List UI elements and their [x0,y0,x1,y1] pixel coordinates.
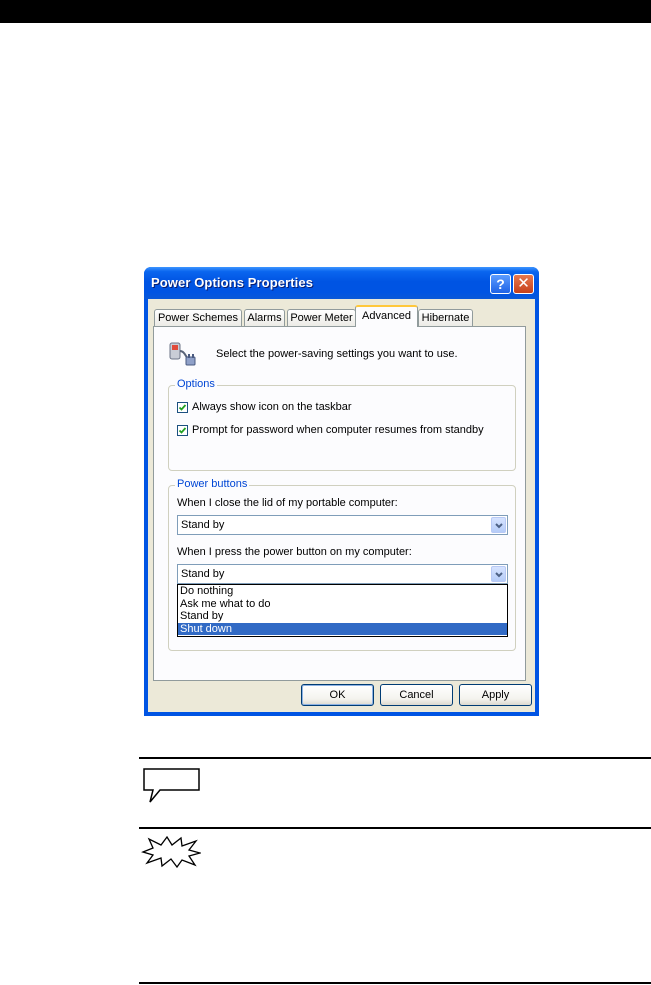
power-button-action-select[interactable]: Stand by [177,564,508,584]
dialog-client-area: Power Schemes Alarms Power Meter Advance… [148,299,535,712]
tab-label: Power Meter [290,312,353,324]
password-prompt-checkbox[interactable] [177,424,188,436]
dropdown-option-shut-down[interactable]: Shut down [178,622,507,635]
advanced-tab-panel: Select the power-saving settings you wan… [153,326,526,681]
checkbox-label: Prompt for password when computer resume… [192,424,484,436]
note-top-rule [139,757,651,759]
lid-action-select[interactable]: Stand by [177,515,508,535]
tab-label: Alarms [247,312,282,324]
lid-action-label: When I close the lid of my portable comp… [177,497,398,509]
dialog-title: Power Options Properties [151,275,314,290]
help-button[interactable]: ? [490,274,511,294]
power-select-arrow[interactable] [491,566,506,582]
tab-alarms[interactable]: Alarms [244,309,285,326]
tab-hibernate[interactable]: Hibernate [418,309,473,326]
tab-power-meter[interactable]: Power Meter [287,309,356,326]
note-speech-bubble-icon [143,768,200,803]
close-icon: ✕ [517,275,530,292]
warning-bottom-rule [139,982,651,984]
lid-select-arrow[interactable] [491,517,506,533]
tab-label: Power Schemes [157,312,239,324]
checkmark-icon [178,426,187,434]
tab-advanced[interactable]: Advanced [355,305,418,327]
warning-burst-icon [141,836,201,868]
options-group: Options Always show icon on the taskbar … [168,378,516,471]
power-button-action-label: When I press the power button on my comp… [177,546,412,558]
cancel-button[interactable]: Cancel [380,684,453,706]
chevron-down-icon [495,523,503,529]
warning-top-rule [139,827,651,829]
power-plug-icon [169,342,196,366]
checkmark-icon [178,403,187,411]
power-buttons-group-label: Power buttons [175,478,250,490]
taskbar-icon-checkbox-row[interactable]: Always show icon on the taskbar [177,401,352,413]
power-buttons-group: Power buttons When I close the lid of my… [168,478,516,651]
password-prompt-checkbox-row[interactable]: Prompt for password when computer resume… [177,424,484,436]
taskbar-icon-checkbox[interactable] [177,401,188,413]
ok-button[interactable]: OK [301,684,374,706]
power-options-dialog: Power Options Properties ? ✕ Power Schem… [144,267,539,716]
tab-label: Advanced [362,310,411,322]
checkbox-label: Always show icon on the taskbar [192,401,352,413]
help-icon: ? [496,276,505,292]
close-button[interactable]: ✕ [513,274,534,294]
options-group-label: Options [175,378,217,390]
power-button-dropdown-list: Do nothing Ask me what to do Stand by Sh… [177,584,508,637]
dialog-title-bar[interactable]: Power Options Properties ? ✕ [144,267,539,299]
intro-text: Select the power-saving settings you wan… [216,348,458,360]
lid-action-value: Stand by [181,519,225,531]
power-button-action-value: Stand by [181,568,225,580]
chevron-down-icon [495,572,503,578]
apply-button[interactable]: Apply [459,684,532,706]
page-header-bar [0,0,651,23]
dropdown-option-do-nothing[interactable]: Do nothing [178,585,507,598]
tab-power-schemes[interactable]: Power Schemes [154,309,242,326]
dropdown-option-ask-me[interactable]: Ask me what to do [178,598,507,611]
dropdown-option-stand-by[interactable]: Stand by [178,610,507,623]
tab-label: Hibernate [421,312,470,324]
